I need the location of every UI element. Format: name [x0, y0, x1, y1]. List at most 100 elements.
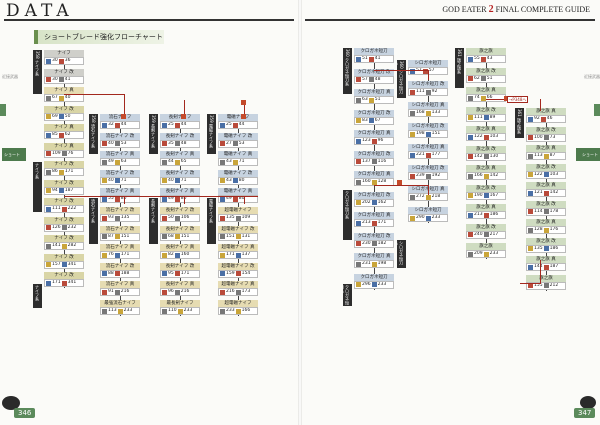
weapon-node: 流石ナイフ 改 40 71	[100, 169, 140, 186]
weapon-node: 旗之旗 改 111 89	[466, 106, 506, 123]
stat-value: 209	[474, 251, 483, 256]
weapon-group-label: 359 長剣ナイフ系	[149, 114, 158, 154]
element-icon	[102, 252, 107, 258]
stat-value: 231	[362, 261, 371, 266]
element-icon	[543, 264, 549, 270]
weapon-node: クロガネ短刀 改 230 182	[354, 232, 394, 249]
weapon-stats: 30 36	[44, 57, 84, 65]
stat-value: 43	[226, 159, 232, 165]
stat-value: 233	[123, 308, 133, 313]
branch-connector	[520, 283, 540, 284]
weapon-name: 旗之旗 改	[466, 67, 506, 75]
stat-value: 239	[416, 173, 425, 178]
weapon-node: 超電磁ナイフ 真 216 173	[218, 281, 258, 297]
stat-value: 230	[362, 240, 371, 246]
stat-value: 92	[534, 116, 540, 121]
element-icon	[162, 308, 167, 314]
sidebar-item: 近接武器	[2, 74, 18, 79]
weapon-stats: 171 137	[218, 251, 258, 260]
sidebar-item	[576, 239, 600, 252]
weapon-group-label: ナイフ系	[33, 284, 42, 308]
weapon-name: 長剣ナイフ	[160, 114, 200, 121]
weapon-stats: 96 216	[160, 288, 200, 297]
weapon-stats: 233 166	[218, 307, 258, 315]
guide-number: 2	[488, 4, 494, 15]
guide-subtitle: FINAL COMPLETE GUIDE	[495, 5, 590, 14]
weapon-node: 流石ナイフ 改 40 53	[100, 132, 140, 149]
sidebar-item	[2, 174, 26, 187]
element-icon	[102, 159, 107, 165]
stat-value: 157	[52, 261, 61, 267]
weapon-stats: 82 160	[160, 251, 200, 260]
weapon-node: ナイフ 真 109 76	[44, 142, 84, 159]
weapon-stats: 74 66	[466, 94, 506, 102]
weapon-node: 旗之旗 改 190 167	[466, 184, 506, 201]
stat-value: 76	[67, 150, 74, 156]
stat-value: 32	[108, 122, 114, 127]
stat-value: 111	[416, 89, 425, 94]
stat-value: 167	[489, 192, 499, 198]
weapon-stats: 76 171	[100, 251, 140, 260]
element-icon	[425, 215, 431, 221]
header-rule-right	[305, 19, 595, 21]
sidebar-item: 近接武器	[584, 74, 600, 79]
weapon-name: 超電磁ナイフ 真	[218, 244, 258, 252]
weapon-node: ナイフ 改 86 171	[44, 161, 84, 177]
branch-connector	[124, 94, 125, 116]
stat-value: 144	[534, 264, 543, 269]
element-icon	[220, 308, 225, 314]
weapon-name: 電磁ナイフ 真	[218, 188, 258, 196]
element-icon	[543, 246, 549, 251]
stat-value: 63	[362, 97, 368, 102]
element-icon	[61, 280, 67, 286]
stat-value: 177	[431, 152, 441, 157]
weapon-name: 電磁ナイフ 改	[218, 132, 258, 140]
weapon-stats: 114 178	[526, 207, 566, 216]
stat-value: 82	[168, 252, 174, 258]
weapon-group-label: 360 シロガネ短刀系	[397, 60, 406, 98]
weapon-node: ナイフ 改 30 41	[44, 68, 84, 85]
weapon-node: 旗之旗 改 240 217	[466, 223, 506, 240]
weapon-name: 旗之旗 真	[526, 145, 566, 152]
stat-value: 171	[52, 280, 61, 285]
stat-value: 151	[431, 131, 441, 136]
stat-value: 109	[241, 215, 251, 220]
sidebar-item	[576, 265, 600, 278]
weapon-name: 電磁ナイフ	[218, 114, 258, 121]
element-icon	[58, 188, 64, 193]
element-icon	[232, 141, 238, 147]
element-icon	[371, 138, 377, 144]
element-icon	[58, 114, 64, 119]
weapon-group-label: 電磁ナイフ系	[207, 198, 216, 244]
weapon-name: シロガネ短刀 真	[408, 102, 448, 109]
stat-value: 57	[428, 68, 435, 73]
element-icon	[114, 289, 120, 295]
weapon-stats: 109 76	[44, 149, 84, 158]
weapon-stats: 135 186	[526, 244, 566, 253]
stat-value: 187	[549, 264, 559, 269]
branch-marker	[181, 114, 186, 119]
element-icon	[58, 132, 64, 138]
element-icon	[102, 271, 107, 277]
element-icon	[410, 194, 415, 200]
element-icon	[177, 308, 183, 314]
stat-value: 131	[241, 233, 251, 239]
weapon-name: クロガネ短刀 改	[354, 232, 394, 240]
stat-value: 62	[474, 75, 480, 81]
element-icon	[102, 141, 107, 147]
weapon-name: 旗之旗 改	[466, 184, 506, 192]
element-icon	[356, 282, 361, 287]
weapon-node: ナイフ 改 171 341	[44, 272, 84, 288]
stat-value: 71	[120, 177, 127, 183]
stat-value: 50	[64, 113, 71, 119]
weapon-node: 最長剣ナイフ 110 233	[160, 300, 200, 316]
weapon-stats: 83 67	[354, 116, 394, 125]
element-icon	[220, 196, 225, 202]
weapon-node: ナイフ 真 85 62	[44, 124, 84, 140]
weapon-node: 旗之旗 改 142 130	[466, 145, 506, 162]
stat-value: 40	[64, 95, 71, 100]
weapon-name: シロガネ短刀 改	[408, 123, 448, 130]
element-icon	[410, 173, 415, 179]
weapon-stats: 55 43	[466, 55, 506, 63]
weapon-name: 超電磁ナイフ	[218, 207, 258, 214]
